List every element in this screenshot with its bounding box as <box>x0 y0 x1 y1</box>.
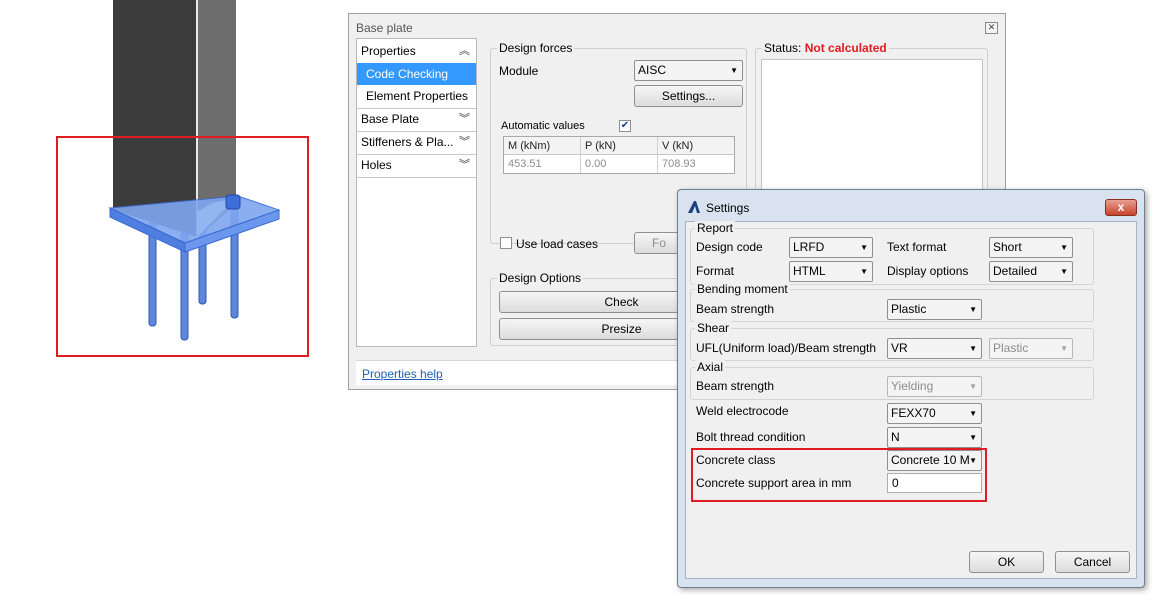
close-icon[interactable]: x <box>1105 199 1137 216</box>
axial-beam-strength-select[interactable]: Yielding ▼ <box>887 376 982 397</box>
weld-electrocode-value: FEXX70 <box>891 406 936 420</box>
cancel-button[interactable]: Cancel <box>1055 551 1130 573</box>
nav-holes[interactable]: Holes ︾ <box>357 154 476 176</box>
forces-table: M (kNm) P (kN) V (kN) 453.51 0.00 708.93 <box>503 136 735 174</box>
text-format-select[interactable]: Short ▼ <box>989 237 1073 258</box>
axial-beam-strength-label: Beam strength <box>696 379 775 393</box>
settings-title: Settings <box>706 201 750 215</box>
bolt-thread-value: N <box>891 430 900 444</box>
chevron-down-icon: ︾ <box>459 159 470 171</box>
dropdown-arrow-icon: ▼ <box>969 382 977 391</box>
table-header-v: V (kN) <box>658 137 734 155</box>
table-header-m: M (kNm) <box>504 137 581 155</box>
bending-beam-strength-label: Beam strength <box>696 302 775 316</box>
use-load-cases-label: Use load cases <box>516 237 599 251</box>
settings-dialog: Settings x Report Design code LRFD ▼ Tex… <box>677 189 1145 588</box>
bolt-thread-select[interactable]: N ▼ <box>887 427 982 448</box>
report-label: Report <box>695 221 736 235</box>
bending-beam-strength-select[interactable]: Plastic ▼ <box>887 299 982 320</box>
weld-electrocode-select[interactable]: FEXX70 ▼ <box>887 403 982 424</box>
design-forces-label: Design forces <box>497 41 575 55</box>
nav-properties-label: Properties <box>361 44 416 58</box>
column-base-3d-view <box>56 0 309 357</box>
display-options-label: Display options <box>887 264 969 278</box>
bending-beam-strength-value: Plastic <box>891 302 927 316</box>
ufl-select[interactable]: VR ▼ <box>887 338 982 359</box>
shear-strength-value: Plastic <box>993 341 1029 355</box>
dropdown-arrow-icon: ▼ <box>969 305 977 314</box>
bolt-thread-label: Bolt thread condition <box>696 430 806 444</box>
automatic-values-checkbox[interactable]: ✔ <box>619 120 631 132</box>
text-format-label: Text format <box>887 240 947 254</box>
nav-element-properties[interactable]: Element Properties <box>357 85 476 107</box>
dropdown-arrow-icon: ▼ <box>969 456 977 465</box>
design-options-label: Design Options <box>497 271 584 285</box>
design-code-value: LRFD <box>793 240 825 254</box>
nav-base-plate[interactable]: Base Plate ︾ <box>357 108 476 130</box>
table-cell-p: 0.00 <box>581 155 658 173</box>
use-load-cases-checkbox[interactable] <box>500 237 512 249</box>
status-label: Status: <box>764 41 802 55</box>
dropdown-arrow-icon: ▼ <box>1060 344 1068 353</box>
display-options-select[interactable]: Detailed ▼ <box>989 261 1073 282</box>
design-code-label: Design code <box>696 240 763 254</box>
settings-body: Report Design code LRFD ▼ Text format Sh… <box>685 221 1137 579</box>
dropdown-arrow-icon: ▼ <box>969 344 977 353</box>
status-value: Not calculated <box>804 41 887 55</box>
concrete-class-select[interactable]: Concrete 10 M ▼ <box>887 450 982 471</box>
nav-element-properties-label: Element Properties <box>366 89 469 103</box>
nav-stiffeners-label: Stiffeners & Pla... <box>361 135 454 149</box>
settings-button[interactable]: Settings... <box>634 85 743 107</box>
dropdown-arrow-icon: ▼ <box>730 66 738 75</box>
format-select[interactable]: HTML ▼ <box>789 261 873 282</box>
table-cell-v: 708.93 <box>662 158 696 170</box>
nav-properties[interactable]: Properties ︽ <box>357 40 476 62</box>
table-header-p: P (kN) <box>581 137 658 155</box>
nav-holes-label: Holes <box>361 158 392 172</box>
concrete-area-input[interactable]: 0 <box>887 473 982 493</box>
format-value: HTML <box>793 264 826 278</box>
status-heading: Status: Not calculated <box>762 41 889 55</box>
axial-label: Axial <box>695 360 726 374</box>
dropdown-arrow-icon: ▼ <box>860 243 868 252</box>
dialog-title: Base plate <box>356 21 413 35</box>
module-label: Module <box>499 64 539 78</box>
nav-code-checking[interactable]: Code Checking <box>357 63 476 85</box>
bending-label: Bending moment <box>695 282 790 296</box>
dropdown-arrow-icon: ▼ <box>1060 243 1068 252</box>
properties-help-link[interactable]: Properties help <box>362 367 443 381</box>
table-cell-m: 453.51 <box>504 155 581 173</box>
format-label: Format <box>696 264 735 278</box>
navigation-panel: Properties ︽ Code Checking Element Prope… <box>356 38 477 347</box>
ok-button[interactable]: OK <box>969 551 1044 573</box>
app-logo-icon <box>688 201 700 213</box>
chevron-down-icon: ︾ <box>459 113 470 125</box>
nav-code-checking-label: Code Checking <box>366 67 449 81</box>
close-icon[interactable]: ✕ <box>985 22 998 34</box>
ufl-value: VR <box>891 341 908 355</box>
shear-label: Shear <box>695 321 732 335</box>
concrete-class-label: Concrete class <box>696 453 776 467</box>
dropdown-arrow-icon: ▼ <box>969 433 977 442</box>
automatic-values-label: Automatic values <box>501 120 585 132</box>
axial-beam-strength-value: Yielding <box>891 379 934 393</box>
dropdown-arrow-icon: ▼ <box>969 409 977 418</box>
nav-stiffeners[interactable]: Stiffeners & Pla... ︾ <box>357 131 476 153</box>
ufl-label: UFL(Uniform load)/Beam strength <box>696 341 877 355</box>
module-value: AISC <box>638 63 667 77</box>
concrete-area-label: Concrete support area in mm <box>696 476 852 490</box>
chevron-up-icon: ︽ <box>459 45 470 57</box>
display-options-value: Detailed <box>993 264 1038 278</box>
text-format-value: Short <box>993 240 1022 254</box>
dropdown-arrow-icon: ▼ <box>1060 267 1068 276</box>
weld-electrocode-label: Weld electrocode <box>696 404 789 418</box>
nav-base-plate-label: Base Plate <box>361 112 420 126</box>
module-select[interactable]: AISC ▼ <box>634 60 743 81</box>
dropdown-arrow-icon: ▼ <box>860 267 868 276</box>
concrete-class-value: Concrete 10 M <box>891 453 970 467</box>
shear-strength-select[interactable]: Plastic ▼ <box>989 338 1073 359</box>
chevron-down-icon: ︾ <box>459 136 470 148</box>
design-code-select[interactable]: LRFD ▼ <box>789 237 873 258</box>
